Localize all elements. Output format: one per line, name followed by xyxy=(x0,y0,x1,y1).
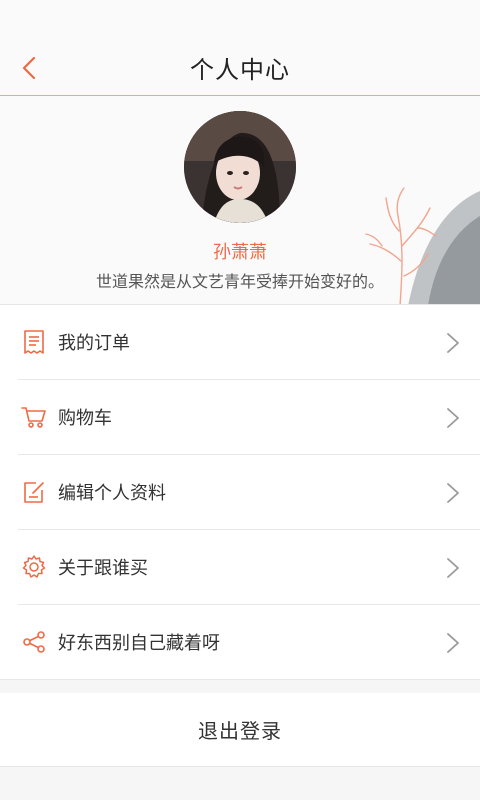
page-title: 个人中心 xyxy=(190,56,290,84)
menu-item-about[interactable]: 关于跟谁买 xyxy=(18,529,480,604)
back-button[interactable] xyxy=(14,52,44,84)
avatar[interactable] xyxy=(184,111,296,223)
chevron-right-icon xyxy=(447,483,459,503)
menu-item-label: 编辑个人资料 xyxy=(58,483,166,504)
section-gap xyxy=(0,679,480,693)
status-bar xyxy=(0,0,480,40)
chevron-right-icon xyxy=(447,333,459,353)
menu-item-cart[interactable]: 购物车 xyxy=(18,379,480,454)
menu-list: 我的订单 购物车 编辑个人资料 关于跟谁买 好东西别自己藏着呀 xyxy=(0,305,480,679)
gear-icon xyxy=(20,553,48,581)
logout-label: 退出登录 xyxy=(198,719,282,743)
share-icon xyxy=(20,628,48,656)
chevron-right-icon xyxy=(447,633,459,653)
user-name: 孙萧萧 xyxy=(213,242,267,263)
cart-icon xyxy=(20,403,48,431)
top-bar: 个人中心 xyxy=(0,40,480,96)
edit-icon xyxy=(20,478,48,506)
chevron-right-icon xyxy=(447,408,459,428)
menu-item-orders[interactable]: 我的订单 xyxy=(0,305,480,379)
app-screen: 个人中心 孙萧萧 世道果然是从文艺青年受捧开始变好的。 我的订单 购物车 编辑个… xyxy=(0,0,480,800)
menu-item-label: 我的订单 xyxy=(58,333,130,354)
profile-card: 孙萧萧 世道果然是从文艺青年受捧开始变好的。 xyxy=(0,96,480,305)
menu-item-label: 好东西别自己藏着呀 xyxy=(58,633,220,654)
user-bio: 世道果然是从文艺青年受捧开始变好的。 xyxy=(95,272,384,291)
chevron-right-icon xyxy=(447,558,459,578)
menu-item-label: 购物车 xyxy=(58,408,112,429)
menu-item-edit-profile[interactable]: 编辑个人资料 xyxy=(18,454,480,529)
menu-item-label: 关于跟谁买 xyxy=(58,558,148,579)
menu-item-share[interactable]: 好东西别自己藏着呀 xyxy=(18,604,480,679)
chevron-left-icon xyxy=(22,56,36,80)
logout-button[interactable]: 退出登录 xyxy=(0,693,480,767)
receipt-icon xyxy=(20,328,48,356)
avatar-photo xyxy=(184,111,296,223)
